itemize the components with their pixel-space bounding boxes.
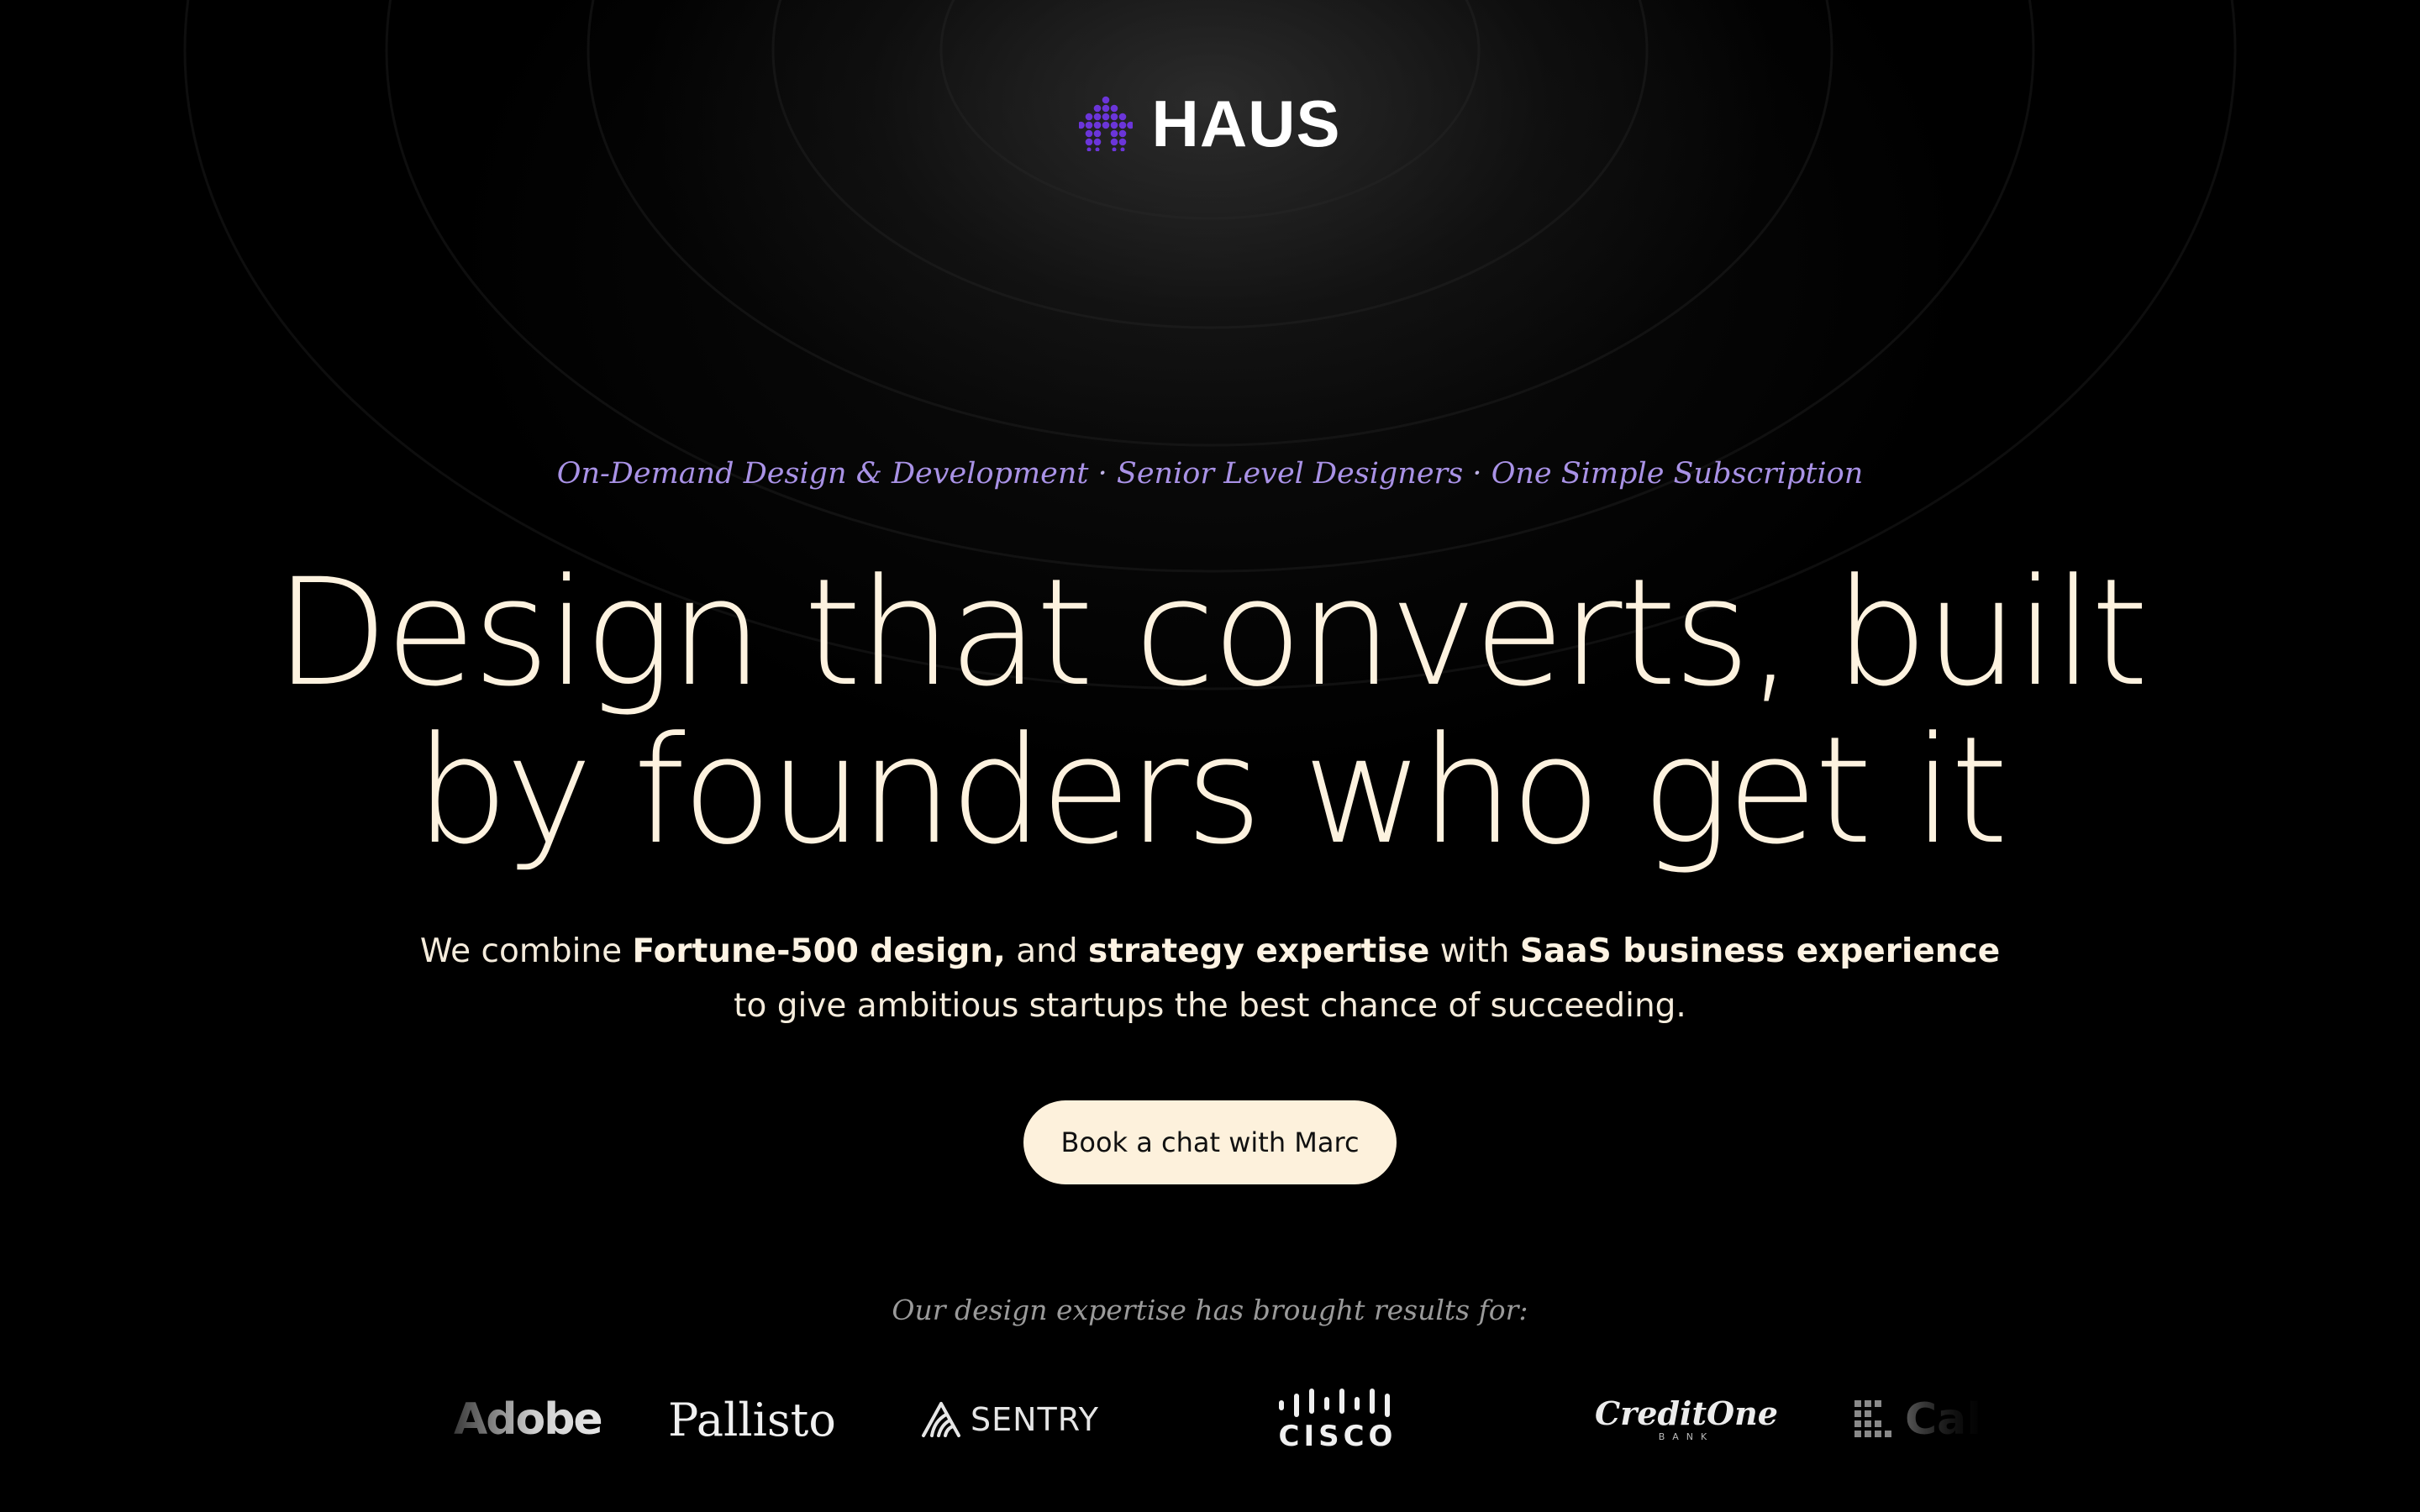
sentry-mark-icon [922,1402,960,1437]
tagline-senior-designers: Senior Level Designers [1116,457,1464,491]
pallisto-logo: Pallisto [668,1393,836,1446]
cal-dots-icon [1854,1400,1891,1437]
clients-heading: Our design expertise has brought results… [892,1294,1528,1326]
hero-headline-line-1: Design that converts, built [274,547,2149,719]
sub-text: and [1005,932,1089,970]
sentry-logo: SENTRY [920,1378,1099,1462]
creditone-wordmark: CreditOne [1595,1394,1778,1432]
tagline-separator: · [1472,457,1482,491]
creditone-logo: CreditOne BANK [1595,1378,1778,1462]
cisco-logo: CISCO [1277,1378,1398,1462]
sub-emphasis-strategy: strategy expertise [1088,932,1430,970]
creditone-bank-label: BANK [1658,1431,1715,1442]
sub-text: with [1429,932,1520,970]
subheadline-line-2: to give ambitious startups the best chan… [734,987,1686,1025]
hero-headline: Design that converts, built by founders … [0,554,2420,870]
tagline-separator: · [1097,457,1107,491]
tagline-subscription: One Simple Subscription [1491,457,1864,491]
cisco-wordmark: CISCO [1278,1420,1397,1453]
hero-headline-line-2: by founders who get it [414,705,2008,877]
tagline-design-dev: On-Demand Design & Development [556,457,1089,491]
sub-text: We combine [419,932,633,970]
cal-logo: Cal [1853,1378,1981,1462]
tagline: On-Demand Design & Development · Senior … [0,457,2420,491]
site-logo[interactable]: HAUS [0,91,2420,156]
cisco-bars-icon [1279,1389,1390,1417]
house-dots-icon [1079,96,1134,151]
logo-wordmark: HAUS [1151,87,1341,160]
sub-emphasis-saas: SaaS business experience [1519,932,2001,970]
client-logos-row: Adobe Pallisto SENTRY CISCO CreditOne BA… [0,1378,2420,1462]
sub-emphasis-fortune: Fortune-500 design, [632,932,1006,970]
adobe-logo: Adobe [454,1378,603,1462]
sentry-wordmark: SENTRY [971,1401,1099,1438]
book-chat-button[interactable]: Book a chat with Marc [1023,1100,1397,1184]
hero-subheadline: We combine Fortune-500 design, and strat… [0,924,2420,1033]
cal-wordmark: Cal [1905,1394,1982,1445]
subheadline-line-1: We combine Fortune-500 design, and strat… [0,924,2420,979]
